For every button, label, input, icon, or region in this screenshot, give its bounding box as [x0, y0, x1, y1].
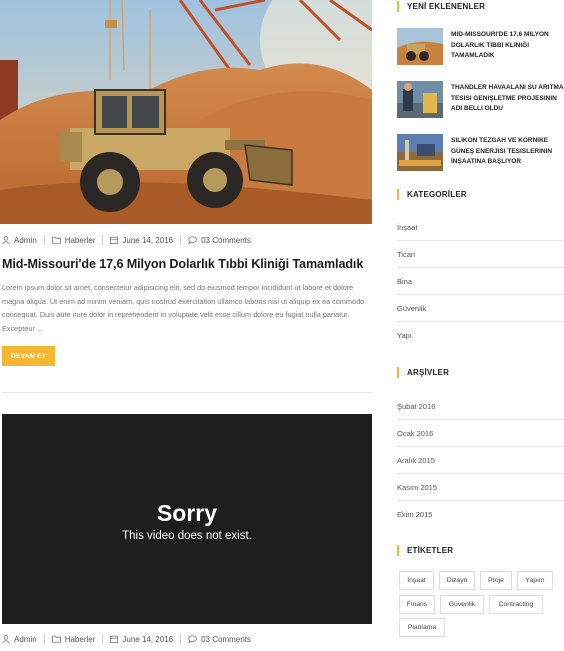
folder-icon — [51, 635, 61, 643]
meta-divider — [43, 634, 45, 644]
recent-post-thumbnail[interactable] — [397, 28, 443, 65]
calendar-icon — [110, 236, 119, 244]
meta-divider — [102, 235, 104, 245]
archive-link[interactable]: Ocak 2016 — [397, 420, 564, 447]
user-icon — [2, 635, 10, 643]
category-link[interactable]: Güvenlik — [397, 295, 564, 322]
recent-post-item[interactable]: SILIKON TEZGAH VE KORNIKE GÜNEŞ ENERJISI… — [397, 134, 564, 172]
meta-divider — [102, 634, 104, 644]
tag-link[interactable]: Planlama — [399, 618, 445, 637]
tags-heading: ETİKETLER — [397, 544, 453, 556]
comment-icon — [188, 635, 197, 643]
recent-post-item[interactable]: MID-MISSOURI'DE 17,6 MILYON DOLARLIK TIB… — [397, 28, 564, 66]
archive-link[interactable]: Ekim 2015 — [397, 501, 564, 528]
archive-link[interactable]: Kasım 2015 — [397, 474, 564, 501]
calendar-icon — [110, 635, 119, 643]
folder-icon — [51, 236, 61, 244]
heading-accent-bar — [397, 544, 399, 556]
tag-link[interactable]: Proje — [480, 571, 512, 590]
recent-post-item[interactable]: THANDLER HAVAALANI SU ARITMA TESISI GENI… — [397, 81, 564, 119]
category-link[interactable]: Ticari — [397, 241, 564, 268]
video-player[interactable]: Sorry This video does not exist. — [2, 414, 372, 624]
video-error-title: Sorry — [156, 500, 218, 526]
meta-divider — [43, 235, 45, 245]
category-link[interactable]: Yapı — [397, 322, 564, 349]
recent-post-title[interactable]: SILIKON TEZGAH VE KORNIKE GÜNEŞ ENERJISI… — [451, 136, 564, 168]
comments-count: 03 Comments — [201, 235, 251, 245]
archive-link[interactable]: Aralık 2015 — [397, 447, 564, 474]
category-link[interactable]: İnşaat — [397, 214, 564, 241]
heading-accent-bar — [397, 366, 399, 378]
post-author[interactable]: Admin — [2, 635, 37, 644]
recent-post-title[interactable]: THANDLER HAVAALANI SU ARITMA TESISI GENI… — [451, 83, 564, 115]
category-name: Haberler — [64, 634, 96, 644]
post-comments[interactable]: 03 Comments — [188, 236, 251, 245]
tag-link[interactable]: İnşaat — [399, 571, 434, 590]
recent-posts-heading: YENİ EKLENENLER — [397, 0, 485, 12]
sidebar: YENİ EKLENENLER MID-MISSOURI'DE 17,6 MIL… — [397, 0, 564, 651]
main-content: Admin Haberler June 14, 2016 03 Comments… — [0, 0, 374, 651]
site-thumbnail-image — [397, 134, 443, 171]
post-divider — [2, 392, 372, 393]
post-author[interactable]: Admin — [2, 236, 37, 245]
post-featured-image[interactable] — [0, 0, 372, 224]
heading-accent-bar — [397, 188, 399, 200]
author-name: Admin — [14, 235, 37, 245]
wheel-loader-image — [0, 0, 372, 224]
comments-count: 03 Comments — [201, 634, 251, 644]
widget-title-text: ETİKETLER — [407, 545, 454, 555]
category-link[interactable]: Bina — [397, 268, 564, 295]
post-excerpt: Lorem ipsum dolor sit amet, consectetur … — [2, 283, 365, 334]
post-date[interactable]: June 14, 2016 — [110, 236, 173, 245]
meta-divider — [180, 235, 182, 245]
post-category[interactable]: Haberler — [51, 235, 96, 245]
date-text: June 14, 2016 — [122, 235, 174, 245]
date-text: June 14, 2016 — [122, 634, 174, 644]
read-more-button[interactable]: DEVAM ET — [2, 346, 55, 366]
heading-accent-bar — [397, 0, 399, 12]
loader-thumbnail-image — [397, 28, 443, 65]
worker-thumbnail-image — [397, 81, 443, 118]
archive-link[interactable]: Şubat 2016 — [397, 393, 564, 420]
recent-post-title[interactable]: MID-MISSOURI'DE 17,6 MILYON DOLARLIK TIB… — [451, 30, 564, 62]
post-meta: Admin Haberler June 14, 2016 03 Comments — [2, 632, 251, 646]
user-icon — [2, 236, 10, 244]
tag-link[interactable]: Yapım — [517, 571, 553, 590]
post-date[interactable]: June 14, 2016 — [110, 635, 173, 644]
category-name: Haberler — [64, 235, 96, 245]
author-name: Admin — [14, 634, 37, 644]
comment-icon — [188, 236, 197, 244]
recent-post-thumbnail[interactable] — [397, 81, 443, 118]
tag-link[interactable]: Finans — [399, 595, 435, 614]
meta-divider — [180, 634, 182, 644]
categories-heading: KATEGORİLER — [397, 188, 467, 200]
widget-title-text: KATEGORİLER — [407, 189, 467, 199]
post-category[interactable]: Haberler — [51, 634, 96, 644]
post-title[interactable]: Mid-Missouri'de 17,6 Milyon Dolarlık Tıb… — [2, 257, 374, 271]
tag-link[interactable]: Dizayn — [439, 571, 475, 590]
widget-title-text: ARŞİVLER — [407, 367, 450, 377]
tag-link[interactable]: Contracting — [489, 595, 543, 614]
post-comments[interactable]: 03 Comments — [188, 635, 251, 644]
recent-post-thumbnail[interactable] — [397, 134, 443, 171]
widget-title-text: YENİ EKLENENLER — [407, 1, 486, 11]
archives-heading: ARŞİVLER — [397, 366, 449, 378]
tag-link[interactable]: Güvenlik — [440, 595, 484, 614]
post-meta: Admin Haberler June 14, 2016 03 Comments — [2, 233, 251, 247]
video-error-message: This video does not exist. — [122, 530, 252, 542]
